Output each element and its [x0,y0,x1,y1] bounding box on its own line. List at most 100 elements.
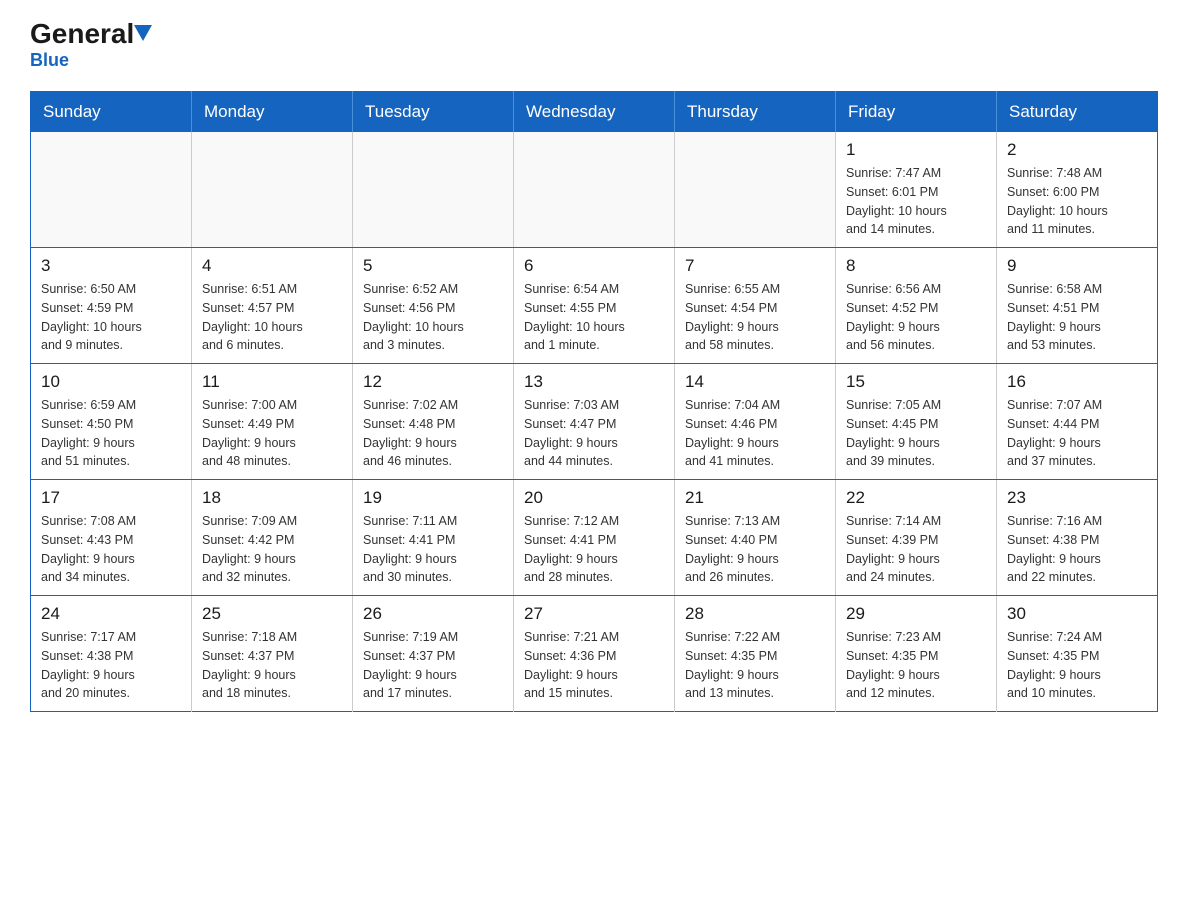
calendar-cell: 28 Sunrise: 7:22 AMSunset: 4:35 PMDayligh… [675,596,836,712]
week-row-2: 3 Sunrise: 6:50 AMSunset: 4:59 PMDaylight… [31,248,1158,364]
day-info: Sunrise: 6:59 AMSunset: 4:50 PMDaylight:… [41,396,181,471]
calendar-cell: 1 Sunrise: 7:47 AMSunset: 6:01 PMDaylight… [836,132,997,248]
day-number: 19 [363,488,503,508]
day-info: Sunrise: 6:51 AMSunset: 4:57 PMDaylight:… [202,280,342,355]
day-number: 11 [202,372,342,392]
calendar-cell: 8 Sunrise: 6:56 AMSunset: 4:52 PMDaylight… [836,248,997,364]
calendar-cell: 29 Sunrise: 7:23 AMSunset: 4:35 PMDayligh… [836,596,997,712]
weekday-header-friday: Friday [836,92,997,133]
day-info: Sunrise: 6:55 AMSunset: 4:54 PMDaylight:… [685,280,825,355]
day-number: 12 [363,372,503,392]
weekday-header-tuesday: Tuesday [353,92,514,133]
calendar-cell [31,132,192,248]
day-info: Sunrise: 7:04 AMSunset: 4:46 PMDaylight:… [685,396,825,471]
calendar-cell: 17 Sunrise: 7:08 AMSunset: 4:43 PMDayligh… [31,480,192,596]
logo-blue: Blue [30,50,69,71]
calendar-table: SundayMondayTuesdayWednesdayThursdayFrid… [30,91,1158,712]
day-number: 26 [363,604,503,624]
day-number: 9 [1007,256,1147,276]
calendar-cell: 23Sunrise: 7:16 AMSunset: 4:38 PMDayligh… [997,480,1158,596]
weekday-header-monday: Monday [192,92,353,133]
day-info: Sunrise: 6:54 AMSunset: 4:55 PMDaylight:… [524,280,664,355]
day-number: 28 [685,604,825,624]
day-info: Sunrise: 7:07 AMSunset: 4:44 PMDaylight:… [1007,396,1147,471]
day-info: Sunrise: 7:08 AMSunset: 4:43 PMDaylight:… [41,512,181,587]
calendar-cell: 4 Sunrise: 6:51 AMSunset: 4:57 PMDaylight… [192,248,353,364]
day-number: 29 [846,604,986,624]
day-number: 21 [685,488,825,508]
calendar-cell: 19 Sunrise: 7:11 AMSunset: 4:41 PMDayligh… [353,480,514,596]
day-info: Sunrise: 6:56 AMSunset: 4:52 PMDaylight:… [846,280,986,355]
calendar-cell: 7 Sunrise: 6:55 AMSunset: 4:54 PMDaylight… [675,248,836,364]
day-number: 14 [685,372,825,392]
day-info: Sunrise: 7:48 AMSunset: 6:00 PMDaylight:… [1007,164,1147,239]
day-number: 8 [846,256,986,276]
day-info: Sunrise: 7:16 AMSunset: 4:38 PMDaylight:… [1007,512,1147,587]
day-info: Sunrise: 7:14 AMSunset: 4:39 PMDaylight:… [846,512,986,587]
calendar-cell: 27 Sunrise: 7:21 AMSunset: 4:36 PMDayligh… [514,596,675,712]
calendar-cell: 2 Sunrise: 7:48 AMSunset: 6:00 PMDaylight… [997,132,1158,248]
calendar-cell: 22 Sunrise: 7:14 AMSunset: 4:39 PMDayligh… [836,480,997,596]
logo-text: General [30,20,152,48]
day-number: 5 [363,256,503,276]
calendar-cell [675,132,836,248]
calendar-cell: 25 Sunrise: 7:18 AMSunset: 4:37 PMDayligh… [192,596,353,712]
day-number: 2 [1007,140,1147,160]
calendar-cell: 18 Sunrise: 7:09 AMSunset: 4:42 PMDayligh… [192,480,353,596]
day-number: 7 [685,256,825,276]
day-info: Sunrise: 7:09 AMSunset: 4:42 PMDaylight:… [202,512,342,587]
day-info: Sunrise: 7:18 AMSunset: 4:37 PMDaylight:… [202,628,342,703]
day-number: 30 [1007,604,1147,624]
day-number: 6 [524,256,664,276]
weekday-header-wednesday: Wednesday [514,92,675,133]
day-number: 20 [524,488,664,508]
calendar-cell: 26 Sunrise: 7:19 AMSunset: 4:37 PMDayligh… [353,596,514,712]
day-info: Sunrise: 7:11 AMSunset: 4:41 PMDaylight:… [363,512,503,587]
calendar-cell: 9Sunrise: 6:58 AMSunset: 4:51 PMDaylight… [997,248,1158,364]
weekday-header-thursday: Thursday [675,92,836,133]
calendar-cell: 10 Sunrise: 6:59 AMSunset: 4:50 PMDayligh… [31,364,192,480]
logo: General Blue [30,20,152,71]
calendar-cell: 11 Sunrise: 7:00 AMSunset: 4:49 PMDayligh… [192,364,353,480]
calendar-cell: 6 Sunrise: 6:54 AMSunset: 4:55 PMDaylight… [514,248,675,364]
day-info: Sunrise: 7:23 AMSunset: 4:35 PMDaylight:… [846,628,986,703]
day-info: Sunrise: 7:17 AMSunset: 4:38 PMDaylight:… [41,628,181,703]
page-header: General Blue [30,20,1158,71]
day-info: Sunrise: 7:47 AMSunset: 6:01 PMDaylight:… [846,164,986,239]
day-number: 4 [202,256,342,276]
calendar-cell: 21Sunrise: 7:13 AMSunset: 4:40 PMDayligh… [675,480,836,596]
day-number: 1 [846,140,986,160]
day-info: Sunrise: 7:24 AMSunset: 4:35 PMDaylight:… [1007,628,1147,703]
weekday-header-saturday: Saturday [997,92,1158,133]
calendar-cell: 5 Sunrise: 6:52 AMSunset: 4:56 PMDaylight… [353,248,514,364]
calendar-cell: 24 Sunrise: 7:17 AMSunset: 4:38 PMDayligh… [31,596,192,712]
day-number: 10 [41,372,181,392]
day-info: Sunrise: 7:19 AMSunset: 4:37 PMDaylight:… [363,628,503,703]
day-number: 27 [524,604,664,624]
calendar-cell: 3 Sunrise: 6:50 AMSunset: 4:59 PMDaylight… [31,248,192,364]
day-info: Sunrise: 7:03 AMSunset: 4:47 PMDaylight:… [524,396,664,471]
day-info: Sunrise: 7:02 AMSunset: 4:48 PMDaylight:… [363,396,503,471]
calendar-cell [192,132,353,248]
day-number: 3 [41,256,181,276]
day-info: Sunrise: 6:50 AMSunset: 4:59 PMDaylight:… [41,280,181,355]
weekday-header-sunday: Sunday [31,92,192,133]
calendar-cell: 30 Sunrise: 7:24 AMSunset: 4:35 PMDayligh… [997,596,1158,712]
calendar-cell [514,132,675,248]
day-number: 17 [41,488,181,508]
day-info: Sunrise: 7:21 AMSunset: 4:36 PMDaylight:… [524,628,664,703]
day-info: Sunrise: 7:00 AMSunset: 4:49 PMDaylight:… [202,396,342,471]
calendar-cell: 16Sunrise: 7:07 AMSunset: 4:44 PMDayligh… [997,364,1158,480]
day-number: 13 [524,372,664,392]
day-number: 22 [846,488,986,508]
day-number: 24 [41,604,181,624]
day-number: 25 [202,604,342,624]
calendar-cell: 15Sunrise: 7:05 AMSunset: 4:45 PMDayligh… [836,364,997,480]
day-info: Sunrise: 7:22 AMSunset: 4:35 PMDaylight:… [685,628,825,703]
calendar-cell: 12 Sunrise: 7:02 AMSunset: 4:48 PMDayligh… [353,364,514,480]
day-number: 18 [202,488,342,508]
day-info: Sunrise: 7:05 AMSunset: 4:45 PMDaylight:… [846,396,986,471]
day-info: Sunrise: 6:52 AMSunset: 4:56 PMDaylight:… [363,280,503,355]
week-row-1: 1 Sunrise: 7:47 AMSunset: 6:01 PMDaylight… [31,132,1158,248]
week-row-3: 10 Sunrise: 6:59 AMSunset: 4:50 PMDayligh… [31,364,1158,480]
